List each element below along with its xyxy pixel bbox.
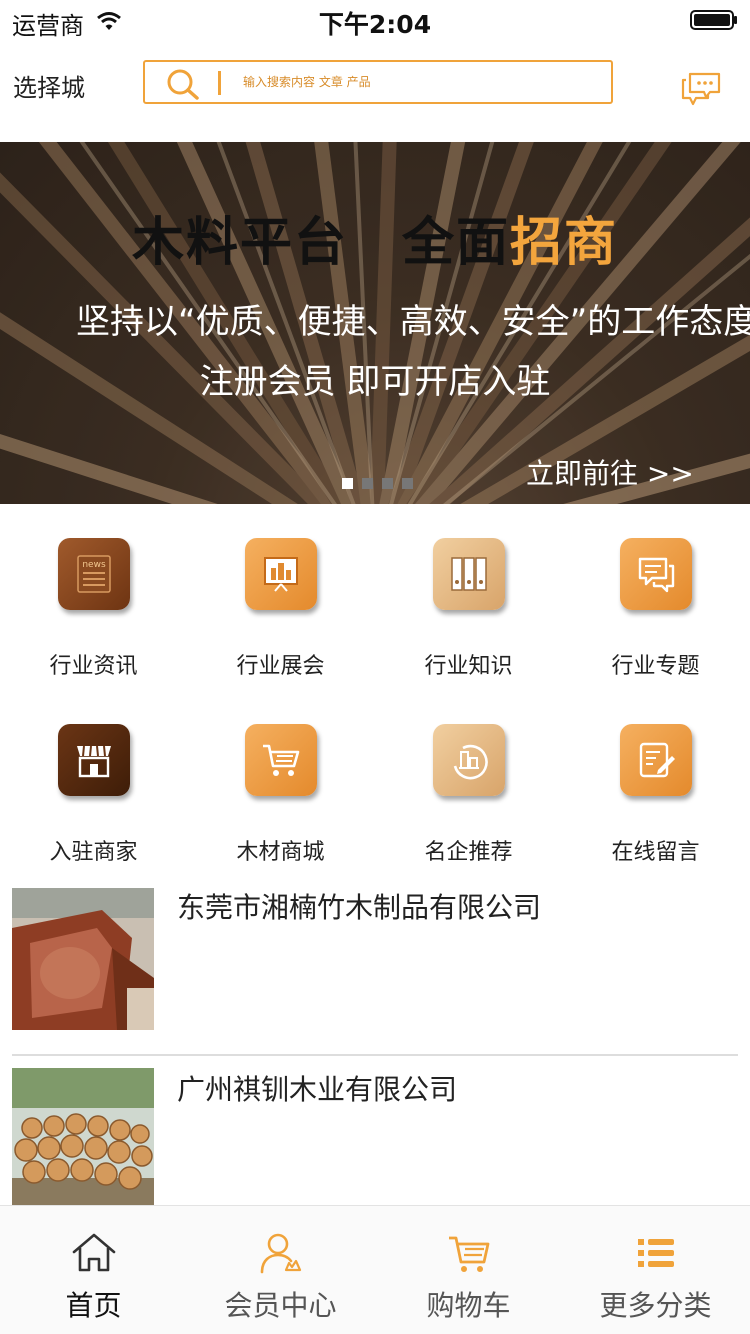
tab-home[interactable]: 首页 — [0, 1206, 187, 1334]
category-wood-mall[interactable]: 木材商城 — [187, 690, 374, 876]
knowledge-icon — [433, 538, 505, 610]
company-list-item[interactable]: 东莞市湘楠竹木制品有限公司 — [12, 886, 738, 1054]
news-icon: news — [58, 538, 130, 610]
banner-subtitle: 注册会员 即可开店入驻 — [199, 362, 551, 402]
svg-text:news: news — [82, 560, 106, 570]
tab-label: 购物车 — [426, 1289, 511, 1322]
bottom-tab-bar: 首页 会员中心 购物车 更多分类 — [0, 1205, 750, 1334]
banner-cta-link[interactable]: 立即前往 >> — [526, 452, 694, 492]
category-grid: news 行业资讯 行业展会 行业知识 行业专题 入驻商家 木材商城 名企推荐 … — [0, 504, 750, 876]
search-icon — [167, 69, 199, 100]
app-screen: 运营商 下午2:04 选择城 输入搜索内容 文章 产品 木料平台 全面招商 坚持… — [0, 0, 750, 1334]
company-name: 东莞市湘楠竹木制品有限公司 — [177, 891, 542, 924]
category-news[interactable]: news 行业资讯 — [0, 504, 187, 690]
search-placeholder: 输入搜索内容 文章 产品 — [243, 75, 371, 89]
home-icon — [72, 1233, 116, 1272]
user-icon — [260, 1233, 302, 1274]
carousel-dot[interactable] — [382, 478, 393, 489]
carousel-indicator — [342, 474, 422, 489]
company-list-item[interactable]: 广州祺钏木业有限公司 — [12, 1054, 738, 1224]
header: 选择城 输入搜索内容 文章 产品 — [0, 42, 750, 142]
status-bar: 运营商 下午2:04 — [0, 0, 750, 42]
category-label: 名企推荐 — [424, 840, 513, 865]
store-icon — [58, 724, 130, 796]
category-label: 行业专题 — [611, 654, 700, 679]
shopping-cart-icon — [449, 1236, 490, 1272]
banner-slogan: 坚持以“优质、便捷、高效、安全”的工作态度 — [76, 302, 750, 342]
message-edit-icon — [620, 724, 692, 796]
list-icon — [638, 1239, 674, 1267]
company-list: 东莞市湘楠竹木制品有限公司 广州祺钏木业有限公司 — [12, 886, 738, 1224]
tab-label: 会员中心 — [224, 1289, 337, 1322]
category-label: 木材商城 — [236, 840, 325, 865]
banner-title-main: 木料平台 全面 — [131, 213, 510, 273]
category-label: 入驻商家 — [49, 840, 138, 865]
tab-shopping-cart[interactable]: 购物车 — [375, 1206, 562, 1334]
city-selector[interactable]: 选择城 — [13, 68, 85, 103]
category-online-message[interactable]: 在线留言 — [562, 690, 749, 876]
exhibition-icon — [245, 538, 317, 610]
status-time: 下午2:04 — [318, 10, 432, 39]
category-label: 行业资讯 — [49, 654, 138, 679]
battery-icon — [690, 10, 737, 30]
chat-icon[interactable] — [680, 70, 722, 108]
category-topic[interactable]: 行业专题 — [562, 504, 749, 690]
banner-title: 木料平台 全面招商 — [0, 200, 750, 275]
tab-more-categories[interactable]: 更多分类 — [562, 1206, 749, 1334]
enterprise-icon — [433, 724, 505, 796]
company-name: 广州祺钏木业有限公司 — [177, 1073, 458, 1106]
tab-member-center[interactable]: 会员中心 — [187, 1206, 374, 1334]
banner-title-highlight: 招商 — [510, 213, 619, 273]
promo-banner[interactable]: 木料平台 全面招商 坚持以“优质、便捷、高效、安全”的工作态度 注册会员 即可开… — [0, 142, 750, 504]
carousel-dot[interactable] — [402, 478, 413, 489]
category-label: 行业展会 — [236, 654, 325, 679]
tab-label: 更多分类 — [599, 1289, 712, 1322]
cart-icon — [245, 724, 317, 796]
tab-label: 首页 — [65, 1289, 122, 1322]
category-label: 行业知识 — [424, 654, 513, 679]
search-cursor — [218, 71, 221, 95]
category-knowledge[interactable]: 行业知识 — [375, 504, 562, 690]
company-thumbnail — [12, 888, 154, 1030]
topic-icon — [620, 538, 692, 610]
category-exhibition[interactable]: 行业展会 — [187, 504, 374, 690]
search-input[interactable]: 输入搜索内容 文章 产品 — [143, 60, 613, 104]
carousel-dot[interactable] — [342, 478, 353, 489]
carousel-dot[interactable] — [362, 478, 373, 489]
category-enterprise[interactable]: 名企推荐 — [375, 690, 562, 876]
company-thumbnail — [12, 1068, 154, 1210]
category-label: 在线留言 — [611, 840, 700, 865]
category-merchants[interactable]: 入驻商家 — [0, 690, 187, 876]
